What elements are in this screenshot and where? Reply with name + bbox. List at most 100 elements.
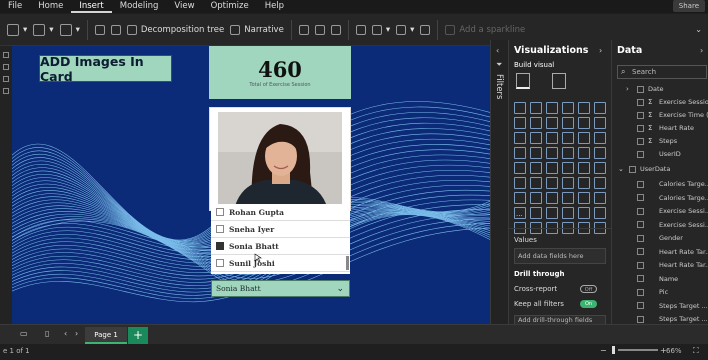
paginated-report-button[interactable] [296,19,312,41]
model-view-icon[interactable] [3,76,9,82]
name-slicer[interactable]: Rohan Gupta Sneha Iyer Sonia Bhatt Sunil… [211,204,350,274]
visual-type-icon[interactable] [562,132,574,144]
share-button[interactable]: Share [672,0,705,12]
visual-type-icon[interactable] [514,102,526,114]
userdata-field[interactable]: Calories Targe... [637,178,708,190]
visual-type-icon[interactable] [546,192,558,204]
visual-type-icon[interactable] [562,147,574,159]
field-checkbox[interactable] [637,98,644,106]
userdata-field[interactable]: Exercise Sessi... [637,205,708,217]
chevron-right-icon[interactable]: › [700,46,703,55]
visual-type-icon[interactable] [562,162,574,174]
visual-type-icon[interactable] [594,117,606,129]
tab-page-1[interactable]: Page 1 [85,327,127,344]
visual-type-icon[interactable] [530,177,542,189]
zoom-out-icon[interactable]: − [600,346,607,355]
chevron-right-icon[interactable]: › [599,46,602,55]
slicer-checkbox[interactable] [216,225,224,233]
visual-type-icon[interactable] [546,102,558,114]
visual-type-icon[interactable] [562,117,574,129]
keep-all-filters-toggle[interactable]: On [580,300,597,308]
menu-view[interactable]: View [166,0,202,13]
visual-type-icon[interactable] [578,192,590,204]
field-checkbox[interactable] [637,207,644,215]
previous-page-icon[interactable]: ‹ [64,329,67,338]
chevron-right-icon[interactable]: › [626,85,633,93]
filters-pane[interactable]: ‹ ⏷ Filters [490,40,508,325]
menu-insert[interactable]: Insert [71,0,112,13]
visual-type-icon[interactable] [514,177,526,189]
visual-type-icon[interactable] [578,177,590,189]
visual-type-icon[interactable] [546,207,558,219]
userdata-field[interactable]: Heart Rate Tar... [637,259,708,271]
visual-type-icon[interactable] [578,102,590,114]
userdata-field[interactable]: Name [637,273,678,285]
slicer-item[interactable]: Sonia Bhatt [211,238,350,255]
visual-type-icon[interactable] [530,207,542,219]
visual-type-icon[interactable] [594,147,606,159]
more-visuals-button[interactable]: ▾ [30,19,56,41]
visual-type-icon[interactable] [578,207,590,219]
field-checkbox[interactable] [637,302,644,309]
slicer-item[interactable]: Rohan Gupta [211,204,350,221]
visual-type-icon[interactable] [530,147,542,159]
visual-type-icon[interactable] [578,147,590,159]
zoom-slider[interactable] [618,349,658,351]
fit-to-page-icon[interactable]: ⛶ [693,346,699,356]
next-page-icon[interactable]: › [75,329,78,338]
more-visuals-icon[interactable]: ··· [516,212,523,220]
visual-type-icon[interactable] [530,102,542,114]
qna-button[interactable] [92,19,108,41]
visual-type-icon[interactable] [546,162,558,174]
userdata-field[interactable]: Heart Rate Tar... [637,246,708,258]
visual-type-icon[interactable] [594,132,606,144]
slicer-item[interactable]: Sunil Joshi [211,255,350,272]
visual-type-icon[interactable] [530,192,542,204]
field-checkbox[interactable] [637,111,644,119]
visual-type-icon[interactable] [562,192,574,204]
field-checkbox[interactable] [637,150,644,158]
userdata-field[interactable]: Steps Target ... [637,300,708,312]
visual-type-icon[interactable] [514,117,526,129]
field-checkbox[interactable] [637,261,644,269]
chevron-down-icon[interactable]: ⌄ [618,165,625,173]
chevron-down-icon[interactable]: ⌄ [336,284,344,294]
slicer-scrollbar[interactable] [346,256,349,270]
menu-modeling[interactable]: Modeling [112,0,167,13]
visual-type-icon[interactable] [514,162,526,174]
kpi-card[interactable]: 460 Total of Exercise Session [209,46,351,99]
power-automate-button[interactable] [328,19,344,41]
data-search-input[interactable]: Search [617,65,707,79]
userdata-field[interactable]: Exercise Sessi... [637,219,708,231]
narrative-button[interactable]: Narrative [227,19,287,41]
ribbon-collapse-icon[interactable]: ⌄ [695,25,702,34]
power-apps-button[interactable] [312,19,328,41]
add-sparkline-button[interactable]: Add a sparkline [442,19,528,41]
visual-type-icon[interactable] [546,147,558,159]
table-visual-button[interactable]: ▾ [57,19,83,41]
userdata-field[interactable]: Pic [637,286,668,298]
field-exercise-session[interactable]: Σ Exercise Session [637,96,708,108]
name-dropdown-slicer[interactable]: Sonia Bhatt ⌄ [211,280,350,297]
field-heart-rate[interactable]: Σ Heart Rate [637,122,694,134]
visual-type-icon[interactable] [562,207,574,219]
cross-report-toggle[interactable]: Off [580,285,597,293]
menu-file[interactable]: File [0,0,30,13]
field-checkbox[interactable] [637,234,644,242]
field-checkbox[interactable] [637,288,644,296]
visual-type-icon[interactable] [546,117,558,129]
slicer-checkbox[interactable] [216,208,224,216]
title-text-box[interactable]: ADD Images In Card [39,54,172,84]
field-checkbox[interactable] [637,315,644,323]
userdata-field[interactable]: Calories Targe... [637,192,708,204]
visual-type-icon[interactable] [562,177,574,189]
visual-type-icon[interactable] [594,192,606,204]
shapes-button[interactable]: ▾ [393,19,417,41]
visual-type-icon[interactable] [594,177,606,189]
visual-type-icon[interactable] [578,162,590,174]
visual-type-icon[interactable] [514,147,526,159]
build-visual-icon[interactable] [516,73,530,89]
key-influencers-button[interactable] [108,19,124,41]
add-page-button[interactable]: + [128,327,148,344]
field-userid[interactable]: UserID [637,148,681,160]
